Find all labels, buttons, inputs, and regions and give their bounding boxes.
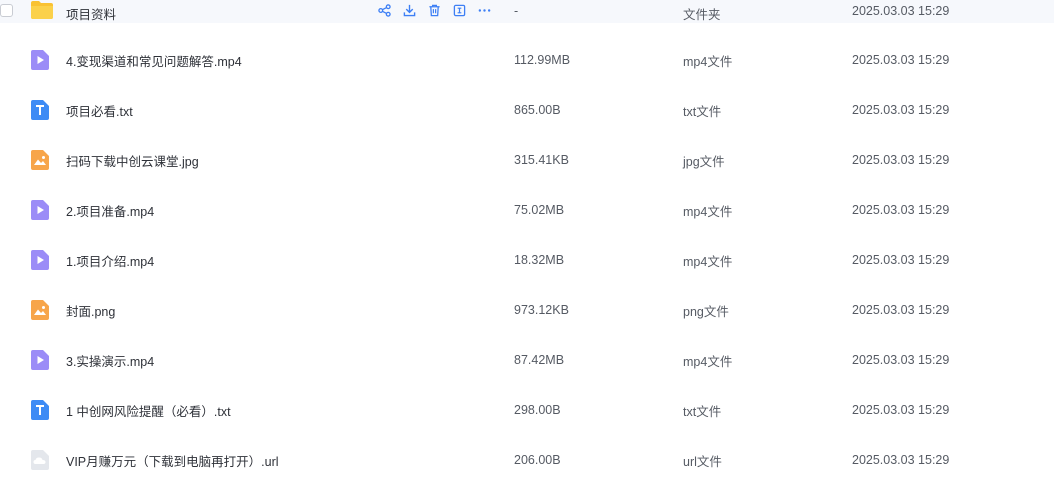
file-name[interactable]: 3.实操演示.mp4 — [66, 351, 154, 370]
rename-icon[interactable] — [453, 4, 466, 17]
file-size: 865.00B — [514, 103, 561, 117]
file-size: 973.12KB — [514, 303, 569, 317]
download-icon[interactable] — [403, 4, 416, 17]
file-date: 2025.03.03 15:29 — [852, 153, 950, 167]
video-file-icon — [30, 49, 50, 71]
row-actions — [378, 4, 491, 17]
file-date: 2025.03.03 15:29 — [852, 303, 950, 317]
file-date: 2025.03.03 15:29 — [852, 203, 950, 217]
file-date: 2025.03.03 15:29 — [852, 353, 950, 367]
image-file-icon — [30, 149, 50, 171]
image-file-icon — [30, 299, 50, 321]
table-row[interactable]: 扫码下载中创云课堂.jpg 315.41KB jpg文件 2025.03.03 … — [0, 137, 1054, 183]
file-type: png文件 — [683, 304, 729, 319]
file-size: 87.42MB — [514, 353, 565, 367]
file-size: 298.00B — [514, 403, 561, 417]
file-name[interactable]: 封面.png — [66, 301, 115, 320]
video-file-icon — [30, 249, 50, 271]
file-date: 2025.03.03 15:29 — [852, 453, 950, 467]
file-size: - — [514, 4, 519, 18]
table-row[interactable]: 1 中创网风险提醒（必看）.txt 298.00B txt文件 2025.03.… — [0, 387, 1054, 433]
delete-icon[interactable] — [428, 4, 441, 17]
file-size: 112.99MB — [514, 53, 571, 67]
file-size: 18.32MB — [514, 253, 565, 267]
video-file-icon — [30, 349, 50, 371]
folder-icon — [30, 0, 53, 22]
share-icon[interactable] — [378, 4, 391, 17]
file-name[interactable]: 项目资料 — [66, 4, 116, 23]
text-file-icon — [30, 399, 50, 421]
file-type: url文件 — [683, 454, 722, 469]
file-type: jpg文件 — [683, 154, 725, 169]
table-row[interactable]: 1.项目介绍.mp4 18.32MB mp4文件 2025.03.03 15:2… — [0, 237, 1054, 283]
file-name[interactable]: 项目必看.txt — [66, 101, 133, 120]
more-icon[interactable] — [478, 4, 491, 17]
link-file-icon — [30, 449, 50, 471]
file-type: mp4文件 — [683, 204, 733, 219]
file-name[interactable]: 4.变现渠道和常见问题解答.mp4 — [66, 51, 242, 70]
file-type: txt文件 — [683, 404, 722, 419]
table-row[interactable]: 3.实操演示.mp4 87.42MB mp4文件 2025.03.03 15:2… — [0, 337, 1054, 383]
file-date: 2025.03.03 15:29 — [852, 403, 950, 417]
file-size: 315.41KB — [514, 153, 569, 167]
file-size: 206.00B — [514, 453, 561, 467]
file-type: 文件夹 — [683, 8, 721, 22]
file-name[interactable]: 扫码下载中创云课堂.jpg — [66, 151, 199, 170]
file-name[interactable]: 1.项目介绍.mp4 — [66, 251, 154, 270]
file-name[interactable]: VIP月赚万元（下载到电脑再打开）.url — [66, 451, 279, 470]
table-row[interactable]: VIP月赚万元（下载到电脑再打开）.url 206.00B url文件 2025… — [0, 437, 1054, 483]
text-file-icon — [30, 99, 50, 121]
file-date: 2025.03.03 15:29 — [852, 4, 950, 18]
file-type: txt文件 — [683, 104, 722, 119]
table-row[interactable]: 封面.png 973.12KB png文件 2025.03.03 15:29 — [0, 287, 1054, 333]
table-row[interactable]: 4.变现渠道和常见问题解答.mp4 112.99MB mp4文件 2025.03… — [0, 37, 1054, 83]
table-row[interactable]: 2.项目准备.mp4 75.02MB mp4文件 2025.03.03 15:2… — [0, 187, 1054, 233]
table-row[interactable]: 项目必看.txt 865.00B txt文件 2025.03.03 15:29 — [0, 87, 1054, 133]
file-type: mp4文件 — [683, 354, 733, 369]
file-date: 2025.03.03 15:29 — [852, 253, 950, 267]
file-type: mp4文件 — [683, 254, 733, 269]
file-date: 2025.03.03 15:29 — [852, 103, 950, 117]
file-name[interactable]: 2.项目准备.mp4 — [66, 201, 154, 220]
table-row[interactable]: 项目资料 - 文件夹 2025.03.03 15:29 — [0, 0, 1054, 23]
row-checkbox[interactable] — [0, 4, 13, 17]
file-size: 75.02MB — [514, 203, 565, 217]
file-type: mp4文件 — [683, 54, 733, 69]
file-name[interactable]: 1 中创网风险提醒（必看）.txt — [66, 401, 231, 420]
file-date: 2025.03.03 15:29 — [852, 53, 950, 67]
file-list: 项目资料 - 文件夹 2025.03.03 15:29 4.变现渠道和常见问题解… — [0, 0, 1054, 484]
video-file-icon — [30, 199, 50, 221]
